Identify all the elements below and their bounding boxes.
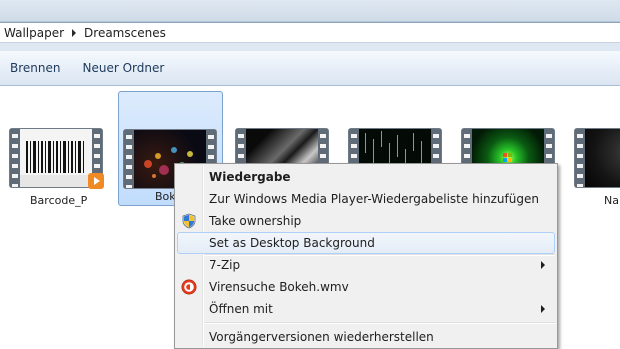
menu-item-virus-scan[interactable]: Virensuche Bokeh.wmv — [177, 276, 555, 298]
context-menu: Wiedergabe Zur Windows Media Player-Wied… — [174, 163, 558, 349]
menu-item-label: Set as Desktop Background — [209, 236, 375, 250]
menu-separator — [205, 322, 555, 324]
uac-shield-icon — [182, 213, 196, 229]
address-bar-divider — [0, 43, 620, 51]
menu-item-take-ownership[interactable]: Take ownership — [177, 210, 555, 232]
barcode-preview — [20, 141, 92, 187]
file-name-label: Bok — [155, 190, 176, 203]
menu-item-7zip[interactable]: 7-Zip — [177, 254, 555, 276]
breadcrumb-chevron-icon[interactable] — [72, 28, 77, 37]
menu-item-set-desktop-background[interactable]: Set as Desktop Background — [177, 232, 555, 254]
menu-item-label: Zur Windows Media Player-Wiedergabeliste… — [209, 192, 539, 206]
menu-item-add-to-wmp-playlist[interactable]: Zur Windows Media Player-Wiedergabeliste… — [177, 188, 555, 210]
submenu-arrow-icon — [541, 261, 545, 269]
window-title-bar — [0, 0, 620, 22]
file-name-label: Barcode_P — [30, 194, 88, 207]
submenu-arrow-icon — [541, 305, 545, 313]
menu-item-label: 7-Zip — [209, 258, 241, 272]
file-item-barcode[interactable]: Barcode_P — [4, 94, 106, 207]
menu-item-restore-previous-versions[interactable]: Vorgängerversionen wiederherstellen — [177, 326, 555, 348]
menu-item-play[interactable]: Wiedergabe — [177, 166, 555, 188]
menu-item-label: Vorgängerversionen wiederherstellen — [209, 330, 434, 344]
file-name-label: Na — [604, 194, 619, 207]
address-bar[interactable]: Wallpaper Dreamscenes — [0, 22, 620, 43]
menu-item-label: Öffnen mit — [209, 302, 273, 316]
breadcrumb-dreamscenes[interactable]: Dreamscenes — [84, 26, 166, 40]
media-player-overlay-icon — [88, 173, 104, 189]
menu-item-open-with[interactable]: Öffnen mit — [177, 298, 555, 320]
new-folder-button[interactable]: Neuer Ordner — [74, 57, 172, 79]
file-item-6[interactable]: Na — [569, 94, 620, 207]
burn-button[interactable]: Brennen — [2, 57, 68, 79]
breadcrumb-wallpaper[interactable]: Wallpaper — [4, 26, 64, 40]
menu-item-label: Virensuche Bokeh.wmv — [209, 280, 349, 294]
menu-item-label: Wiedergabe — [209, 170, 291, 184]
video-thumbnail — [10, 129, 104, 189]
video-thumbnail — [575, 129, 620, 187]
menu-item-label: Take ownership — [209, 214, 302, 228]
command-bar: Brennen Neuer Ordner — [0, 51, 620, 86]
avira-umbrella-icon — [181, 279, 197, 295]
